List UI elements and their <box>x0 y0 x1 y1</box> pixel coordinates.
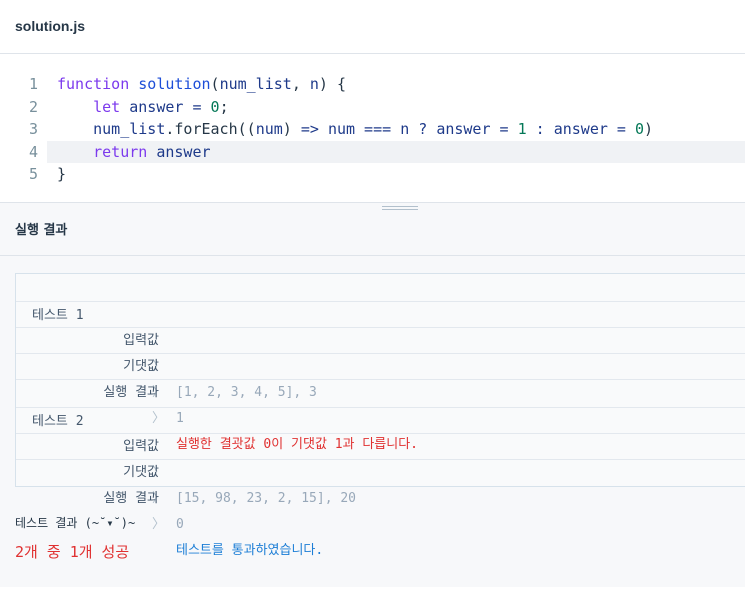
code-text: } <box>57 163 66 185</box>
code-token: 0 <box>210 97 220 116</box>
file-header: solution.js <box>0 0 745 54</box>
test-row-input: 입력값 〉 [1, 2, 3, 4, 5], 3 <box>16 302 745 400</box>
results-divider <box>0 255 745 256</box>
test-row-expected: 기댓값 〉 1 <box>16 328 745 426</box>
code-line[interactable]: 5} <box>0 163 745 185</box>
code-token: ( <box>210 75 220 93</box>
code-token: ) <box>644 120 654 138</box>
result-message-pass: 테스트를 통과하였습니다. <box>176 543 324 558</box>
line-number: 5 <box>28 165 38 183</box>
code-token: = <box>607 120 635 138</box>
code-token: forEach <box>174 120 238 138</box>
code-token: num <box>255 120 283 138</box>
code-token: 1 <box>517 120 527 138</box>
row-value: [15, 98, 23, 2, 15], 20 <box>176 491 357 506</box>
line-number: 4 <box>28 142 38 161</box>
code-token: = <box>490 120 518 138</box>
test-row-expected: 기댓값 〉 0 <box>16 434 745 532</box>
test-results-table: 테스트 1 입력값 〉 [1, 2, 3, 4, 5], 3 기댓값 〉 1 실… <box>15 273 745 558</box>
row-label: 실행 결과 <box>103 491 159 506</box>
code-token: } <box>57 165 67 183</box>
file-name: solution.js <box>15 18 85 34</box>
code-token: num_list <box>93 120 166 138</box>
code-token: return <box>93 142 148 161</box>
code-token: function <box>57 75 130 93</box>
code-token: solution <box>138 75 211 93</box>
row-value: 0 <box>176 517 184 532</box>
code-token: ? <box>409 120 437 138</box>
code-token: => <box>300 120 319 138</box>
test-row-result: 실행 결과 〉 테스트를 통과하였습니다. <box>16 460 745 558</box>
code-token: n <box>309 75 319 93</box>
code-line[interactable]: 1 function solution(num_list, n) { <box>0 73 745 95</box>
code-token: (( <box>237 120 256 138</box>
line-number: 2 <box>28 97 38 116</box>
grip-line <box>382 209 418 210</box>
code-text: num_list.forEach((num) => num === n ? an… <box>57 118 653 140</box>
code-text: function solution(num_list, n) { <box>57 73 346 95</box>
code-editor[interactable]: 1 function solution(num_list, n) {2 let a… <box>0 54 745 202</box>
chevron-right-icon: 〉 <box>152 517 166 532</box>
code-token: answer <box>129 97 184 116</box>
code-token: : <box>526 120 554 138</box>
code-token: num <box>327 120 356 138</box>
code-token: === <box>355 120 401 138</box>
results-title: 실행 결과 <box>15 223 68 238</box>
line-number: 1 <box>28 75 38 93</box>
test-header: 테스트 1 <box>16 274 745 323</box>
code-token: ) { <box>318 75 346 93</box>
code-line[interactable]: 4 return answer <box>0 140 745 163</box>
code-token: num_list <box>219 75 292 93</box>
code-token: ) <box>282 120 301 138</box>
test-header: 테스트 2 <box>16 380 745 429</box>
grip-line <box>382 206 418 207</box>
summary-label: 테스트 결과 (~˘▾˘)~ <box>15 516 136 530</box>
code-token: let <box>93 97 121 116</box>
code-token: ; <box>219 97 229 116</box>
summary-value: 2개 중 1개 성공 <box>15 543 130 561</box>
resize-handle[interactable] <box>382 206 418 214</box>
code-line[interactable]: 3 num_list.forEach((num) => num === n ? … <box>0 118 745 140</box>
code-token: answer <box>553 120 608 138</box>
code-token: answer <box>156 142 211 161</box>
code-token: , <box>291 75 310 93</box>
test-row-input: 입력값 〉 [15, 98, 23, 2, 15], 20 <box>16 408 745 506</box>
line-number: 3 <box>28 120 38 138</box>
code-token: n <box>400 120 410 138</box>
code-text: return answer <box>57 141 211 163</box>
code-text: let answer = 0; <box>57 96 229 118</box>
code-token: answer <box>436 120 491 138</box>
code-token: = <box>183 97 211 116</box>
test-row-result: 실행 결과 〉 실행한 결괏값 0이 기댓값 1과 다릅니다. <box>16 354 745 452</box>
code-line[interactable]: 2 let answer = 0; <box>0 96 745 118</box>
code-token: 0 <box>635 120 645 138</box>
